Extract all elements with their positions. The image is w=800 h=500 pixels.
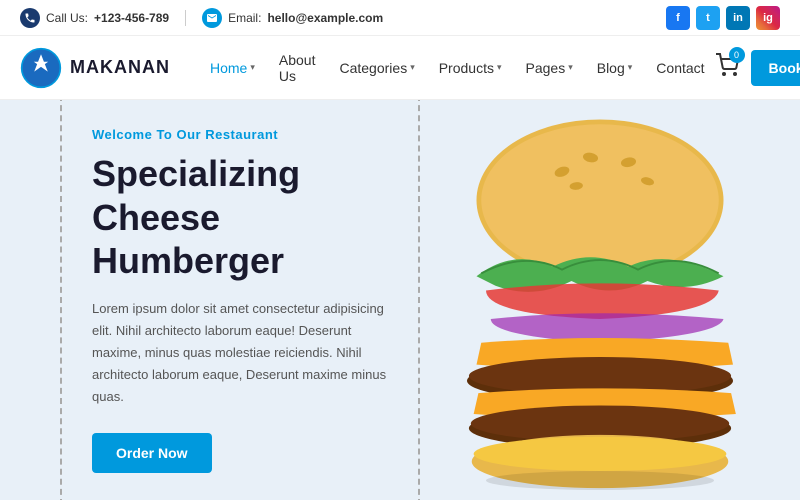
nav-contact[interactable]: Contact [646,54,714,82]
top-bar-left: Call Us: +123-456-789 Email: hello@examp… [20,8,383,28]
chevron-down-icon: ▾ [497,62,502,73]
hero-content: Welcome To Our Restaurant Specializing C… [0,100,480,500]
phone-contact: Call Us: +123-456-789 [20,8,169,28]
nav-categories[interactable]: Categories ▾ [329,54,424,82]
hero-description: Lorem ipsum dolor sit amet consectetur a… [92,298,388,408]
chevron-down-icon: ▾ [250,62,255,73]
logo-area: MAKANAN [20,47,170,89]
brand-name: MAKANAN [70,57,170,78]
welcome-text: Welcome To Our Restaurant [92,127,388,142]
chevron-down-icon: ▾ [568,62,573,73]
cart-icon[interactable]: 0 [715,53,739,82]
nav-pages-label: Pages [526,60,566,76]
nav-pages[interactable]: Pages ▾ [516,54,583,82]
top-bar: Call Us: +123-456-789 Email: hello@examp… [0,0,800,36]
nav-links: Home ▾ About Us Categories ▾ Products ▾ … [200,46,715,90]
nav-blog-label: Blog [597,60,625,76]
chevron-down-icon: ▾ [410,62,415,73]
divider [185,10,186,26]
email-contact: Email: hello@example.com [202,8,383,28]
email-address: hello@example.com [267,11,383,25]
nav-right: 0 Book A Table [715,50,800,86]
book-table-button[interactable]: Book A Table [751,50,800,86]
nav-about-label: About Us [279,52,316,84]
phone-icon [20,8,40,28]
navbar: MAKANAN Home ▾ About Us Categories ▾ Pro… [0,36,800,100]
nav-categories-label: Categories [339,60,407,76]
instagram-icon[interactable]: ig [756,6,780,30]
hero-section: Welcome To Our Restaurant Specializing C… [0,100,800,500]
order-now-button[interactable]: Order Now [92,433,212,473]
hero-dashed-box: Welcome To Our Restaurant Specializing C… [60,100,420,500]
nav-blog[interactable]: Blog ▾ [587,54,643,82]
nav-contact-label: Contact [656,60,704,76]
email-icon [202,8,222,28]
nav-home[interactable]: Home ▾ [200,54,265,82]
linkedin-icon[interactable]: in [726,6,750,30]
chevron-down-icon: ▾ [628,62,633,73]
email-label: Email: [228,11,261,25]
nav-about[interactable]: About Us [269,46,326,90]
facebook-icon[interactable]: f [666,6,690,30]
cart-badge: 0 [729,47,745,63]
hero-title: Specializing Cheese Humberger [92,152,388,282]
phone-number: +123-456-789 [94,11,169,25]
nav-products-label: Products [439,60,494,76]
nav-home-label: Home [210,60,247,76]
phone-label: Call Us: [46,11,88,25]
social-links: f t in ig [666,6,780,30]
nav-products[interactable]: Products ▾ [429,54,512,82]
burger-svg [430,110,770,490]
twitter-icon[interactable]: t [696,6,720,30]
logo-icon [20,47,62,89]
